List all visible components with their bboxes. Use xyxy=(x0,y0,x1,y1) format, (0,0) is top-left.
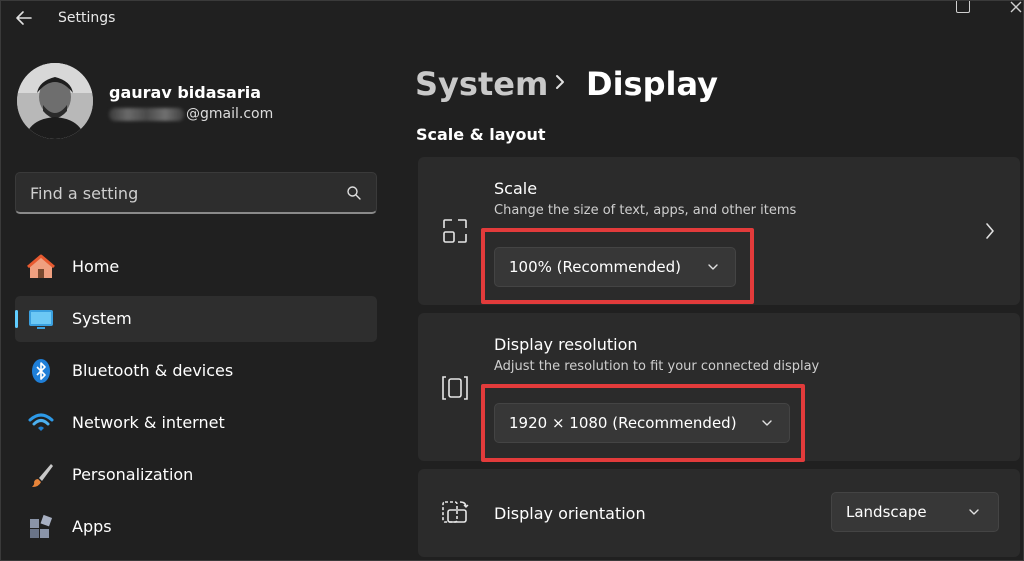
sidebar-item-label: Personalization xyxy=(72,465,194,484)
highlight-box xyxy=(481,384,805,462)
search-placeholder: Find a setting xyxy=(30,184,139,203)
page-title: Display xyxy=(586,65,718,103)
scale-title: Scale xyxy=(494,179,538,198)
orientation-card[interactable]: Display orientation Landscape xyxy=(418,469,1020,557)
close-icon xyxy=(1010,1,1022,13)
wifi-icon xyxy=(28,413,54,431)
highlight-box xyxy=(481,228,754,304)
sidebar-item-label: System xyxy=(72,309,132,328)
user-name: gaurav bidasaria xyxy=(109,83,262,102)
close-button[interactable] xyxy=(1009,1,1023,13)
active-indicator xyxy=(15,310,18,328)
settings-window: Settings gaurav bidasaria @gmail.com Fin… xyxy=(0,0,1024,561)
orientation-value: Landscape xyxy=(846,503,927,521)
apps-icon xyxy=(30,514,53,538)
back-button[interactable] xyxy=(13,7,35,29)
scale-subtitle: Change the size of text, apps, and other… xyxy=(494,203,797,218)
user-email-suffix: @gmail.com xyxy=(186,106,274,122)
resolution-subtitle: Adjust the resolution to fit your connec… xyxy=(494,359,820,374)
sidebar-item-personalization[interactable]: Personalization xyxy=(15,452,377,498)
scale-icon xyxy=(443,219,467,243)
orientation-title: Display orientation xyxy=(494,504,646,523)
maximize-button[interactable] xyxy=(956,1,970,13)
section-title: Scale & layout xyxy=(416,125,546,144)
orientation-dropdown[interactable]: Landscape xyxy=(831,492,999,532)
chevron-right-icon xyxy=(556,75,564,89)
sidebar-item-home[interactable]: Home xyxy=(15,244,377,290)
sidebar-item-label: Bluetooth & devices xyxy=(72,361,234,380)
sidebar-item-network[interactable]: Network & internet xyxy=(15,400,377,446)
sidebar-item-bluetooth[interactable]: Bluetooth & devices xyxy=(15,348,377,394)
app-title: Settings xyxy=(58,10,116,26)
search-icon xyxy=(347,186,361,200)
monitor-icon xyxy=(29,310,53,329)
sidebar-item-system[interactable]: System xyxy=(15,296,377,342)
arrow-left-icon xyxy=(16,11,32,25)
chevron-down-icon xyxy=(969,509,979,515)
orientation-icon xyxy=(442,501,469,523)
avatar[interactable] xyxy=(17,63,93,139)
resolution-title: Display resolution xyxy=(494,335,638,354)
home-icon xyxy=(27,254,55,278)
sidebar-item-label: Home xyxy=(72,257,120,276)
brush-icon xyxy=(32,464,53,487)
email-redaction xyxy=(109,107,184,121)
breadcrumb-parent[interactable]: System xyxy=(415,65,548,103)
bluetooth-icon xyxy=(32,359,50,383)
user-email: @gmail.com xyxy=(109,106,273,122)
user-photo xyxy=(17,63,93,139)
sidebar-item-label: Apps xyxy=(72,517,112,536)
search-input[interactable]: Find a setting xyxy=(15,172,377,214)
resolution-icon xyxy=(442,376,468,400)
sidebar-item-label: Network & internet xyxy=(72,413,225,432)
chevron-right-icon[interactable] xyxy=(984,221,996,241)
sidebar-item-apps[interactable]: Apps xyxy=(15,504,377,550)
